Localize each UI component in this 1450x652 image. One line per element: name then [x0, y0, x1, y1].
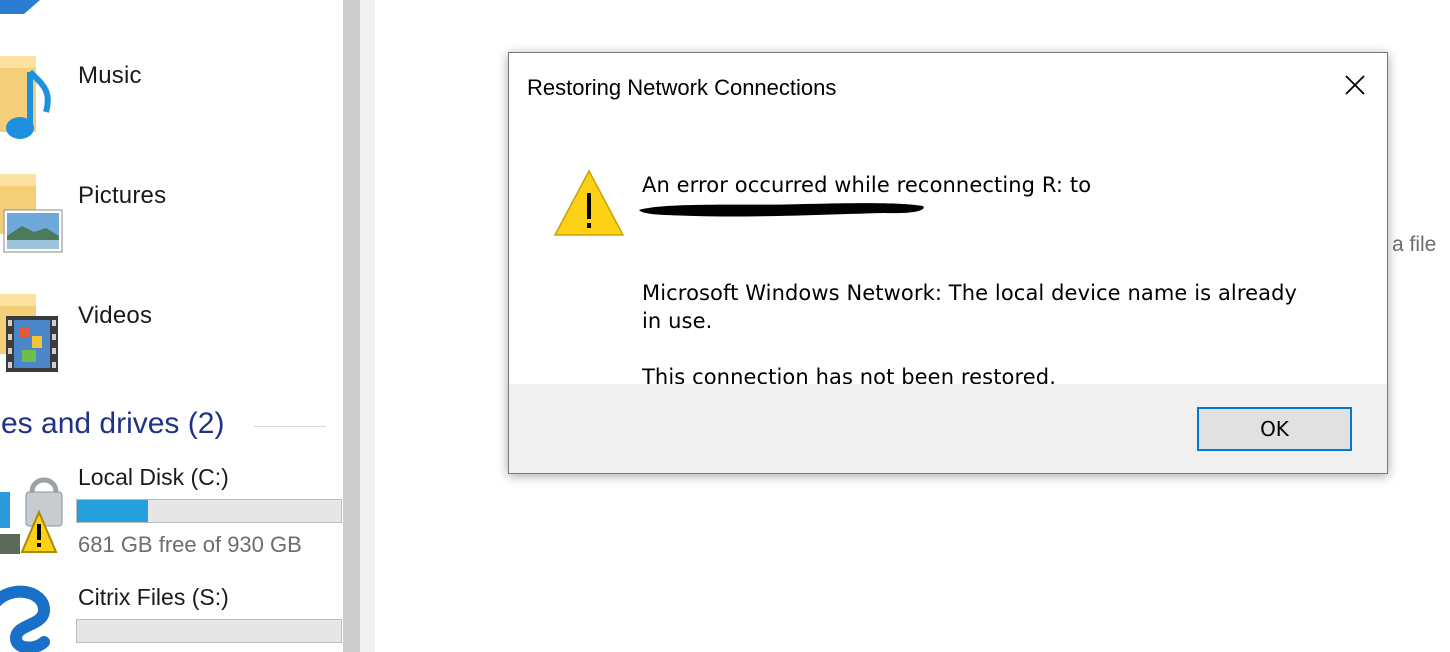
- videos-folder-icon: [0, 294, 58, 372]
- redaction-mark: [639, 203, 924, 217]
- drive-c-free-space: 681 GB free of 930 GB: [78, 532, 302, 557]
- drive-local-disk-c[interactable]: Local Disk (C:) 681 GB free of 930 GB: [0, 458, 343, 568]
- restoring-network-connections-dialog: Restoring Network Connections An error o…: [508, 52, 1388, 474]
- scrollbar-track[interactable]: [360, 0, 375, 652]
- warning-icon: [553, 169, 625, 236]
- folder-pictures-label: Pictures: [78, 182, 167, 209]
- folder-partial-icon: [0, 0, 40, 14]
- drive-c-usage-bar: [76, 499, 342, 523]
- folder-music-label: Music: [78, 62, 142, 89]
- dialog-footer: OK: [509, 384, 1387, 473]
- drive-s-usage-bar: [76, 619, 342, 643]
- music-folder-icon: [0, 56, 51, 139]
- background-partial-text: a file: [1392, 233, 1437, 256]
- drive-c-usage-fill: [77, 500, 148, 522]
- section-divider: [254, 426, 326, 427]
- section-title: ces and drives (2): [0, 407, 225, 440]
- close-button[interactable]: [1337, 67, 1373, 103]
- error-message-line-1: An error occurred while reconnecting R: …: [642, 173, 1092, 197]
- folder-videos[interactable]: Videos: [0, 280, 343, 390]
- citrix-files-icon: [0, 585, 51, 652]
- folder-music[interactable]: Music: [0, 40, 343, 150]
- local-disk-warning-icon: [0, 477, 63, 554]
- drive-citrix-files-s[interactable]: Citrix Files (S:): [0, 578, 343, 652]
- explorer-pane: Music Pictures Videos ces and drives (2)…: [0, 0, 343, 652]
- error-message-line-2: Microsoft Windows Network: The local dev…: [642, 281, 1298, 305]
- close-icon: [1345, 75, 1365, 95]
- folder-videos-label: Videos: [78, 302, 153, 329]
- error-message-line-3: in use.: [642, 309, 713, 333]
- dialog-body: An error occurred while reconnecting R: …: [509, 115, 1387, 389]
- ok-button[interactable]: OK: [1197, 407, 1352, 451]
- drive-s-label: Citrix Files (S:): [78, 584, 229, 610]
- dialog-title: Restoring Network Connections: [527, 75, 837, 100]
- pictures-folder-icon: [0, 174, 63, 253]
- drive-c-label: Local Disk (C:): [78, 464, 229, 490]
- folder-pictures[interactable]: Pictures: [0, 160, 343, 270]
- devices-and-drives-header[interactable]: ces and drives (2): [0, 404, 343, 448]
